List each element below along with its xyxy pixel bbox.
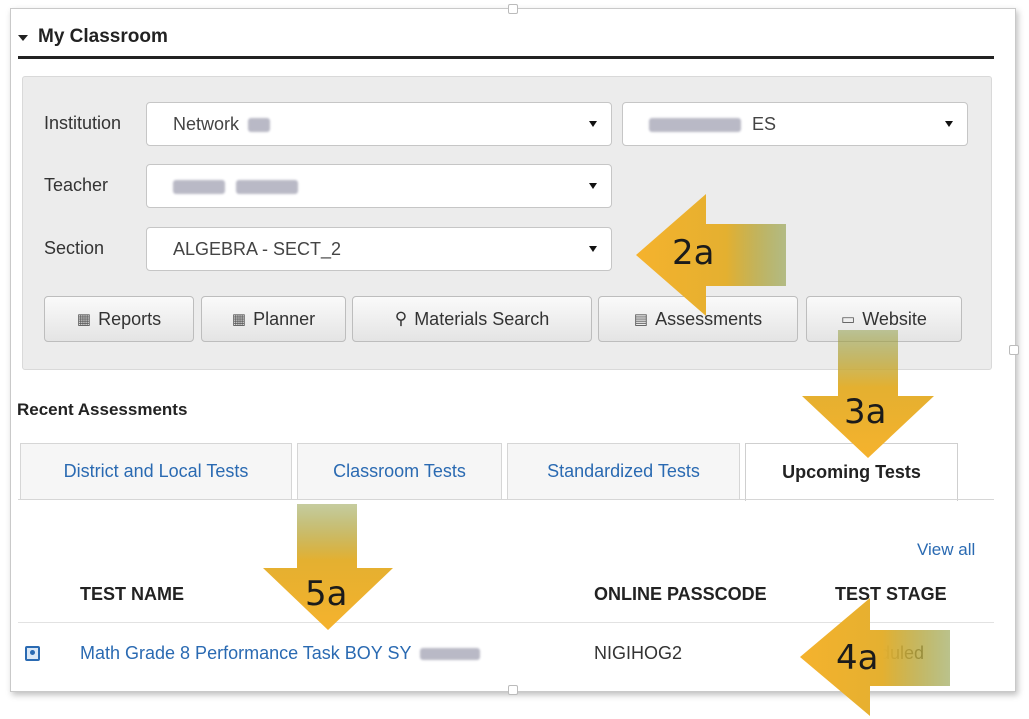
tab-district-local-tests[interactable]: District and Local Tests <box>20 443 292 499</box>
test-stage-cell: duled <box>880 643 925 663</box>
view-all-link[interactable]: View all <box>917 540 975 560</box>
school-value: ES <box>752 114 777 134</box>
column-header-online-passcode[interactable]: ONLINE PASSCODE <box>594 584 767 605</box>
reports-button[interactable]: ▦ Reports <box>44 296 194 342</box>
search-icon: ⚲ <box>394 309 408 328</box>
planner-label: Planner <box>253 308 316 329</box>
institution-value: Network <box>173 114 240 134</box>
teacher-label: Teacher <box>44 175 109 195</box>
laptop-icon: ▭ <box>841 311 856 328</box>
materials-search-label: Materials Search <box>414 308 550 329</box>
materials-search-button[interactable]: ⚲ Materials Search <box>352 296 592 342</box>
test-name-link[interactable]: Math Grade 8 Performance Task BOY SY <box>80 643 486 664</box>
table-header-divider <box>18 622 994 623</box>
tab-classroom-tests[interactable]: Classroom Tests <box>297 443 502 499</box>
website-button[interactable]: ▭ Website <box>806 296 962 342</box>
school-select[interactable]: ES <box>622 102 968 146</box>
chevron-down-icon <box>589 121 597 127</box>
reports-label: Reports <box>98 308 162 329</box>
assessment-icon: ▤ <box>633 311 649 328</box>
assessments-button[interactable]: ▤ Assessments <box>598 296 798 342</box>
chevron-down-icon <box>945 121 953 127</box>
resize-handle-right[interactable] <box>1009 345 1019 355</box>
teacher-select[interactable] <box>146 164 612 208</box>
redacted-text <box>420 648 481 661</box>
test-name-text: Math Grade 8 Performance Task BOY SY <box>80 643 412 663</box>
bar-chart-icon: ▦ <box>76 311 92 328</box>
section-select[interactable]: ALGEBRA - SECT_2 <box>146 227 612 271</box>
panel-title-label: My Classroom <box>38 26 168 47</box>
planner-button[interactable]: ▦ Planner <box>201 296 346 342</box>
test-type-icon[interactable] <box>25 646 40 661</box>
tab-standardized-tests[interactable]: Standardized Tests <box>507 443 740 499</box>
chevron-down-icon <box>589 183 597 189</box>
resize-handle-top[interactable] <box>508 4 518 14</box>
assessments-label: Assessments <box>655 308 763 329</box>
redacted-text <box>236 180 299 195</box>
recent-assessments-heading: Recent Assessments <box>17 400 188 419</box>
redacted-text <box>173 180 225 195</box>
resize-handle-bottom[interactable] <box>508 685 518 695</box>
tab-divider <box>18 499 994 500</box>
redacted-text <box>649 118 741 133</box>
title-divider <box>18 56 994 59</box>
passcode-cell: NIGIHOG2 <box>594 643 683 663</box>
chevron-down-icon <box>589 246 597 252</box>
collapse-caret-icon[interactable] <box>18 35 28 41</box>
panel-title[interactable]: My Classroom <box>18 26 168 48</box>
tab-upcoming-tests[interactable]: Upcoming Tests <box>745 443 958 501</box>
column-header-test-stage[interactable]: TEST STAGE <box>835 584 947 605</box>
section-label: Section <box>44 238 105 258</box>
section-value: ALGEBRA - SECT_2 <box>173 239 342 259</box>
column-header-test-name[interactable]: TEST NAME <box>80 584 184 605</box>
calendar-icon: ▦ <box>231 311 247 328</box>
institution-label: Institution <box>44 113 122 133</box>
website-label: Website <box>862 308 927 329</box>
redacted-text <box>248 118 271 133</box>
institution-select[interactable]: Network <box>146 102 612 146</box>
